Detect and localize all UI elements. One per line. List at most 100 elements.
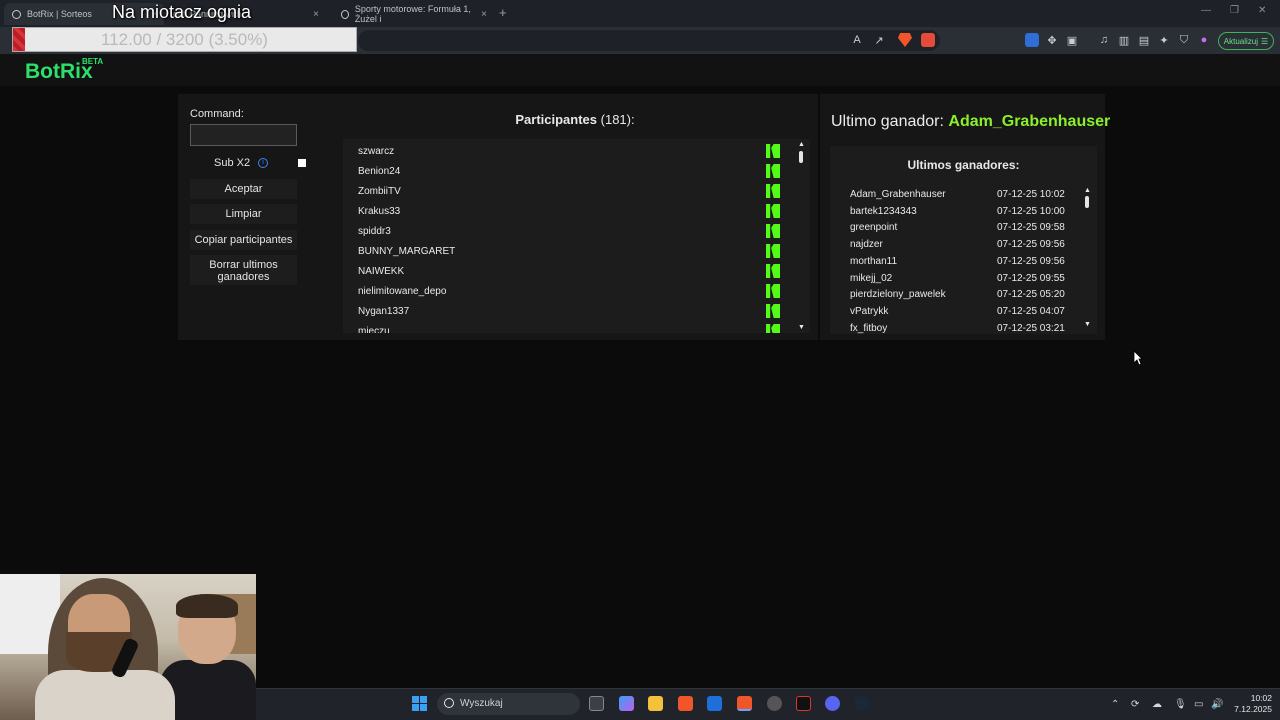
mouse-cursor-icon xyxy=(1133,350,1143,366)
brave-active-icon[interactable] xyxy=(737,696,752,711)
minimize-icon[interactable]: — xyxy=(1201,5,1211,16)
kick-logo-icon xyxy=(766,264,780,278)
music-icon[interactable]: ♫ xyxy=(1097,33,1111,47)
participants-scroll-down-icon[interactable]: ▼ xyxy=(798,324,805,331)
file-explorer-icon[interactable] xyxy=(648,696,663,711)
winners-list[interactable]: Ultimos ganadores: Adam_Grabenhauser 07-1… xyxy=(830,146,1097,334)
copy-participants-button[interactable]: Copiar participantes xyxy=(190,230,297,250)
participants-scroll-up-icon[interactable]: ▲ xyxy=(798,141,805,148)
tab-label: BotRix | Sorteos xyxy=(27,9,92,19)
close-tab-icon[interactable]: × xyxy=(481,9,487,20)
participant-row: Nygan1337 xyxy=(343,301,783,321)
participant-name: Nygan1337 xyxy=(358,306,410,317)
windows-start-icon[interactable] xyxy=(412,696,427,711)
participants-scrollbar-thumb[interactable] xyxy=(799,151,803,163)
menu-icon: ☰ xyxy=(1261,36,1269,46)
winner-row: najdzer 07-12-25 09:56 xyxy=(850,237,1090,254)
participant-name: szwarcz xyxy=(358,146,395,157)
taskbar-clock[interactable]: 10:02 7.12.2025 xyxy=(1226,693,1272,715)
copilot-icon[interactable] xyxy=(619,696,634,711)
close-window-icon[interactable]: ✕ xyxy=(1258,5,1266,16)
winner-date: 07-12-25 09:58 xyxy=(997,222,1065,234)
mic-tray-icon[interactable]: 🎙 xyxy=(1174,699,1187,710)
taskbar-search-box[interactable] xyxy=(437,693,580,715)
taskbar-search-placeholder: Wyszukaj xyxy=(460,698,503,709)
clock-time: 10:02 xyxy=(1250,693,1272,703)
participants-heading: Participantes (181): xyxy=(430,112,720,127)
tab-sporty[interactable]: Sporty motorowe: Formuła 1, Żużel i × xyxy=(333,3,493,25)
share-icon[interactable]: ↗ xyxy=(872,33,886,47)
kick-logo-icon xyxy=(766,164,780,178)
sidebar-icon[interactable]: ▥ xyxy=(1117,33,1131,47)
tab-label: Sporty motorowe: Formuła 1, Żużel i xyxy=(354,4,471,24)
leo-ai-icon[interactable]: ✦ xyxy=(1157,33,1171,47)
wallet-icon[interactable]: ▣ xyxy=(1065,33,1079,47)
winner-name: vPatrykk xyxy=(850,305,889,317)
participants-title: Participantes xyxy=(515,112,598,127)
delete-winners-button[interactable]: Borrar ultimos ganadores xyxy=(190,255,297,285)
donation-goal-text: 112.00 / 3200 (3.50%) xyxy=(101,29,268,49)
participant-name: mieczu xyxy=(358,326,390,333)
participant-row: BUNNY_MARGARET xyxy=(343,241,783,261)
winners-scroll-up-icon[interactable]: ▲ xyxy=(1084,187,1091,194)
maximize-icon[interactable]: ❐ xyxy=(1230,5,1239,16)
participants-list[interactable]: szwarcz Benion24 ZombiiTV Krakus33 spiddr3 BU… xyxy=(343,139,810,333)
translate-icon[interactable]: A xyxy=(850,33,864,47)
participant-name: ZombiiTV xyxy=(358,186,401,197)
discord-icon[interactable] xyxy=(825,696,840,711)
sub-x2-checkbox[interactable] xyxy=(298,159,306,167)
winner-row: bartek1234343 07-12-25 10:00 xyxy=(850,204,1090,221)
winner-row: fx_fitboy 07-12-25 03:21 xyxy=(850,321,1090,334)
profile-icon[interactable]: ● xyxy=(1197,33,1211,47)
accept-button[interactable]: Aceptar xyxy=(190,179,297,199)
winner-date: 07-12-25 09:55 xyxy=(997,272,1065,284)
webcam-feed xyxy=(0,574,256,720)
participant-row: szwarcz xyxy=(343,141,783,161)
update-label: Aktualizuj xyxy=(1223,36,1259,46)
info-icon[interactable]: i xyxy=(258,158,268,168)
store-icon[interactable] xyxy=(707,696,722,711)
cloud-icon[interactable]: ☁ xyxy=(1152,699,1162,710)
winners-scroll-down-icon[interactable]: ▼ xyxy=(1084,321,1091,328)
network-icon[interactable]: ▭ xyxy=(1194,699,1203,710)
brave-taskbar-icon[interactable] xyxy=(678,696,693,711)
vpn-icon[interactable]: ⛉ xyxy=(1177,33,1191,47)
participants-colon: : xyxy=(631,112,635,127)
winner-date: 07-12-25 10:00 xyxy=(997,205,1065,217)
clear-button[interactable]: Limpiar xyxy=(190,204,297,224)
brave-rewards-icon[interactable] xyxy=(921,33,935,47)
command-input[interactable] xyxy=(190,124,297,146)
winner-date: 07-12-25 10:02 xyxy=(997,189,1065,200)
winner-name: bartek1234343 xyxy=(850,205,917,217)
participant-row: Krakus33 xyxy=(343,201,783,221)
last-winner-heading: Ultimo ganador: Adam_Grabenhauser xyxy=(831,113,1110,131)
volume-icon[interactable]: 🔊 xyxy=(1211,699,1223,710)
last-winner-name: Adam_Grabenhauser xyxy=(948,113,1111,130)
kick-logo-icon xyxy=(766,304,780,318)
wallet2-icon[interactable]: ▤ xyxy=(1137,33,1151,47)
task-view-icon[interactable] xyxy=(589,696,604,711)
tray-chevron-icon[interactable]: ⌃ xyxy=(1111,699,1119,710)
participants-count: (181) xyxy=(600,112,631,127)
donation-goal-title: Na miotacz ognia xyxy=(112,2,252,22)
puzzle-icon[interactable]: ✥ xyxy=(1045,33,1059,47)
extension-icon[interactable] xyxy=(1025,33,1039,47)
close-tab-icon[interactable]: × xyxy=(313,9,319,20)
winners-scrollbar-thumb[interactable] xyxy=(1085,196,1089,208)
participant-name: Krakus33 xyxy=(358,206,401,217)
tray-app-icon[interactable]: ⟳ xyxy=(1131,699,1139,710)
kick-logo-icon xyxy=(766,324,780,333)
search-icon xyxy=(444,698,454,708)
obs-icon[interactable] xyxy=(767,696,782,711)
update-button[interactable]: Aktualizuj ☰ xyxy=(1218,32,1274,50)
app-icon[interactable] xyxy=(796,696,811,711)
participant-row: ZombiiTV xyxy=(343,181,783,201)
steam-icon[interactable] xyxy=(854,696,869,711)
winner-name: fx_fitboy xyxy=(850,322,888,334)
winner-row: mikejj_02 07-12-25 09:55 xyxy=(850,271,1090,288)
winners-list-title: Ultimos ganadores: xyxy=(907,158,1020,172)
new-tab-icon[interactable]: + xyxy=(499,5,507,20)
winner-date: 07-12-25 03:21 xyxy=(997,322,1065,334)
kick-logo-icon xyxy=(766,224,780,238)
winner-row: morthan11 07-12-25 09:56 xyxy=(850,254,1090,271)
